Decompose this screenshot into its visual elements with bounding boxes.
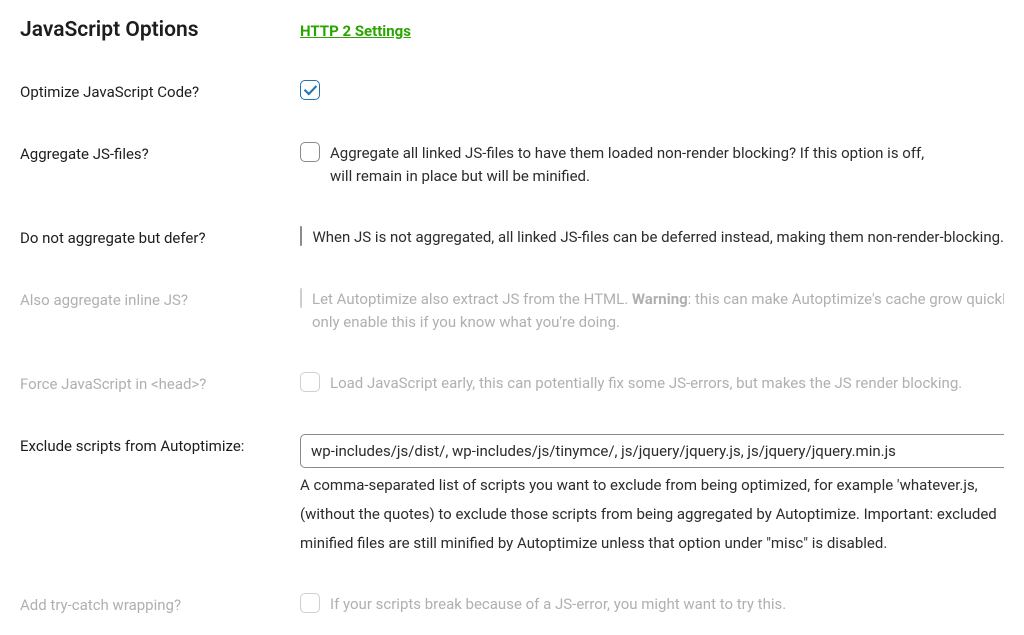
row-force-head: Force JavaScript in <head>? Load JavaScr… [20, 372, 1004, 396]
checkbox-inline-js [300, 288, 302, 308]
input-exclude-scripts[interactable] [300, 434, 1004, 468]
checkbox-optimize-js[interactable] [300, 80, 320, 100]
help-exclude-line1: A comma-separated list of scripts you wa… [300, 474, 978, 497]
label-exclude-scripts: Exclude scripts from Autoptimize: [20, 434, 300, 458]
desc-aggregate-line1: Aggregate all linked JS-files to have th… [330, 142, 924, 165]
checkbox-force-head [300, 372, 320, 392]
label-defer: Do not aggregate but defer? [20, 226, 300, 250]
label-trycatch: Add try-catch wrapping? [20, 593, 300, 617]
row-defer: Do not aggregate but defer? When JS is n… [20, 226, 1004, 250]
row-trycatch: Add try-catch wrapping? If your scripts … [20, 593, 1004, 617]
desc-inline-line2: only enable this if you know what you're… [312, 311, 1004, 334]
row-inline-js: Also aggregate inline JS? Let Autoptimiz… [20, 288, 1004, 335]
label-optimize-js: Optimize JavaScript Code? [20, 80, 300, 104]
section-title: JavaScript Options [20, 18, 300, 42]
help-exclude-line2: (without the quotes) to exclude those sc… [300, 503, 997, 526]
desc-inline-line1: Let Autoptimize also extract JS from the… [312, 288, 1004, 311]
http2-settings-link[interactable]: HTTP 2 Settings [300, 22, 411, 40]
checkbox-aggregate-js[interactable] [300, 142, 320, 162]
help-exclude-line3: minified files are still minified by Aut… [300, 532, 887, 555]
row-exclude-scripts: Exclude scripts from Autoptimize: A comm… [20, 434, 1004, 556]
checkbox-defer[interactable] [300, 226, 302, 246]
row-optimize-js: Optimize JavaScript Code? [20, 80, 1004, 104]
desc-force-head: Load JavaScript early, this can potentia… [330, 372, 962, 395]
section-header: JavaScript Options HTTP 2 Settings [20, 18, 1004, 42]
desc-trycatch: If your scripts break because of a JS-er… [330, 593, 786, 616]
label-aggregate-js: Aggregate JS-files? [20, 142, 300, 166]
label-force-head: Force JavaScript in <head>? [20, 372, 300, 396]
label-inline-js: Also aggregate inline JS? [20, 288, 300, 312]
desc-aggregate-line2: will remain in place but will be minifie… [330, 165, 924, 188]
desc-defer: When JS is not aggregated, all linked JS… [312, 226, 1004, 249]
row-aggregate-js: Aggregate JS-files? Aggregate all linked… [20, 142, 1004, 189]
checkbox-trycatch [300, 593, 320, 613]
